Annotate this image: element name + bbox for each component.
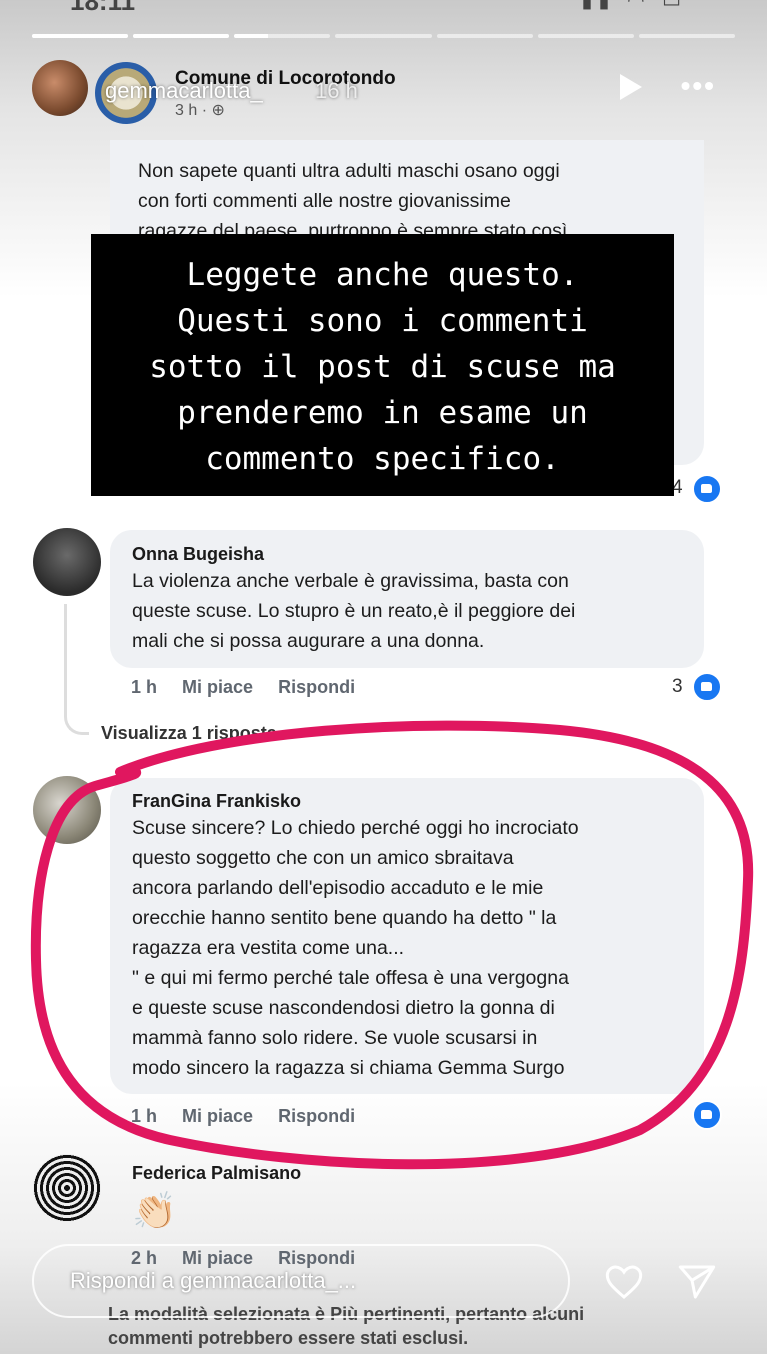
status-time: 18:11 [70, 0, 136, 16]
progress-segment [638, 34, 735, 38]
overlay-text: Leggete anche questo. Questi sono i comm… [149, 257, 616, 477]
story-header: gemmacarlotta_ 16 h ••• [30, 60, 740, 120]
clap-emoji: 👏🏻 [132, 1190, 177, 1231]
comment-time: 1 h [131, 677, 158, 697]
comment-author[interactable]: FranGina Frankisko [132, 791, 301, 812]
status-bar: 18:11 ▮▮ ◠ ▭ [0, 0, 767, 16]
reply-placeholder: Rispondi a gemmacarlotta_... [70, 1268, 357, 1293]
status-icons: ▮▮ ◠ ▭ [581, 0, 687, 12]
progress-segment [436, 34, 533, 38]
story-progress [32, 34, 735, 38]
progress-segment [32, 34, 129, 38]
play-icon[interactable] [620, 74, 642, 100]
view-replies-link[interactable]: Visualizza 1 risposta... [101, 723, 292, 744]
like-count: 3 [672, 676, 683, 697]
story-age: 16 h [315, 78, 358, 103]
comment-text: Scuse sincere? Lo chiedo perché oggi ho … [132, 817, 579, 1079]
thread-line [64, 604, 89, 735]
like-button[interactable]: Mi piace [182, 1106, 253, 1126]
comment-time: 1 h [131, 1106, 158, 1126]
avatar[interactable] [33, 528, 101, 596]
heart-icon[interactable] [603, 1262, 645, 1302]
like-button[interactable]: Mi piace [182, 677, 253, 697]
avatar[interactable] [33, 1154, 101, 1222]
progress-fill [234, 34, 268, 38]
reply-button[interactable]: Rispondi [278, 677, 355, 697]
like-icon [692, 1100, 722, 1130]
reply-input[interactable]: Rispondi a gemmacarlotta_... [32, 1244, 570, 1318]
progress-segment [537, 34, 634, 38]
comment-actions: 1 h Mi piace Rispondi [131, 677, 375, 698]
avatar[interactable] [32, 60, 88, 116]
comment-author[interactable]: Federica Palmisano [132, 1163, 301, 1184]
progress-fill [32, 34, 129, 38]
like-icon [692, 672, 722, 702]
send-icon[interactable] [676, 1262, 718, 1302]
like-icon [692, 474, 722, 504]
progress-segment [234, 34, 331, 38]
story-username[interactable]: gemmacarlotta_ [105, 78, 263, 104]
story-frame: 18:11 ▮▮ ◠ ▭ Comune di Locorotondo 3 h ·… [0, 0, 767, 1354]
avatar[interactable] [33, 776, 101, 844]
progress-segment [133, 34, 230, 38]
comment-author[interactable]: Onna Bugeisha [132, 544, 264, 565]
reply-button[interactable]: Rispondi [278, 1106, 355, 1126]
progress-segment [335, 34, 432, 38]
comment-text: La violenza anche verbale è gravissima, … [132, 570, 576, 652]
progress-fill [133, 34, 230, 38]
comment-actions: 1 h Mi piace Rispondi [131, 1106, 375, 1127]
more-icon[interactable]: ••• [681, 70, 716, 102]
